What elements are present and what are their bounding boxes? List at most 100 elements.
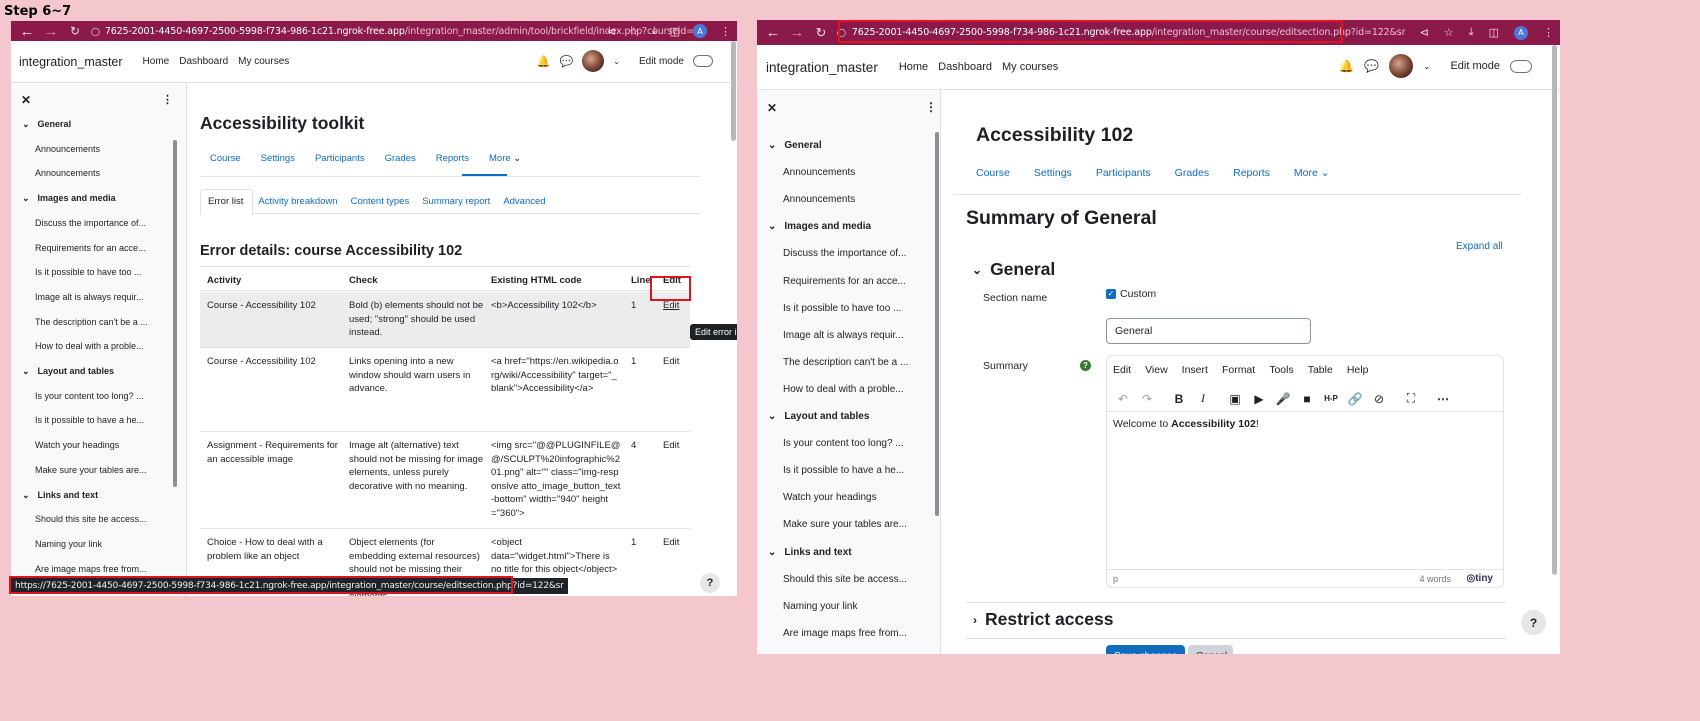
back-icon[interactable]: ← bbox=[19, 23, 35, 40]
drawer-item[interactable]: Are image maps free from... bbox=[783, 628, 907, 639]
subtab-summary-report[interactable]: Summary report bbox=[422, 196, 490, 207]
drawer-item[interactable]: Announcements bbox=[35, 144, 100, 154]
close-icon[interactable]: ✕ bbox=[21, 93, 31, 107]
tab-settings[interactable]: Settings bbox=[261, 153, 295, 164]
download-icon[interactable]: ⤓ bbox=[652, 25, 657, 38]
drawer-item[interactable]: Requirements for an acce... bbox=[783, 276, 906, 287]
site-brand[interactable]: integration_master bbox=[19, 55, 123, 69]
section-toggle[interactable]: ⌄ General bbox=[972, 259, 1055, 280]
drawer-section[interactable]: ⌄ Images and media bbox=[768, 221, 871, 232]
drawer-item[interactable]: Is it possible to have too ... bbox=[35, 267, 142, 277]
nav-my-courses[interactable]: My courses bbox=[1002, 61, 1058, 73]
menu-insert[interactable]: Insert bbox=[1182, 364, 1208, 382]
drawer-item[interactable]: Watch your headings bbox=[783, 492, 877, 503]
drawer-item[interactable]: Image alt is always requir... bbox=[783, 330, 904, 341]
editor-content[interactable]: Welcome to Accessibility 102! bbox=[1107, 412, 1503, 566]
bold-icon[interactable]: B bbox=[1167, 392, 1191, 406]
redo-icon[interactable]: ↷ bbox=[1135, 392, 1159, 406]
drawer-item[interactable]: Should this site be access... bbox=[783, 574, 907, 585]
nav-home[interactable]: Home bbox=[899, 61, 928, 73]
sidepanel-icon[interactable]: ◫ bbox=[1489, 26, 1499, 39]
menu-help[interactable]: Help bbox=[1347, 364, 1369, 382]
profile-icon[interactable]: A bbox=[1514, 25, 1528, 40]
media-icon[interactable]: ▶ bbox=[1247, 392, 1271, 406]
chevron-down-icon[interactable]: ⌄ bbox=[22, 490, 30, 501]
drawer-item[interactable]: Make sure your tables are... bbox=[35, 465, 147, 475]
menu-icon[interactable]: ⋮ bbox=[1543, 26, 1554, 39]
menu-format[interactable]: Format bbox=[1222, 364, 1255, 382]
page-scrollbar[interactable] bbox=[731, 41, 736, 141]
drawer-section[interactable]: ⌄ General bbox=[768, 140, 822, 151]
close-icon[interactable]: ✕ bbox=[767, 101, 777, 115]
drawer-item[interactable]: Is it possible to have a he... bbox=[35, 415, 144, 425]
drawer-item[interactable]: Is it possible to have too ... bbox=[783, 303, 901, 314]
page-scrollbar[interactable] bbox=[1552, 45, 1557, 575]
bell-icon[interactable]: 🔔 bbox=[537, 55, 551, 68]
row2-edit-link[interactable]: Edit bbox=[663, 355, 679, 369]
drawer-item[interactable]: Is your content too long? ... bbox=[783, 438, 904, 449]
video-camera-icon[interactable]: ■ bbox=[1295, 392, 1319, 406]
row1-edit-link[interactable]: Edit bbox=[663, 299, 679, 313]
tab-more[interactable]: More ⌄ bbox=[489, 153, 521, 164]
drawer-section[interactable]: ⌄ General bbox=[22, 119, 71, 130]
image-icon[interactable]: ▣ bbox=[1223, 392, 1247, 406]
download-icon[interactable]: ⤓ bbox=[1469, 26, 1474, 39]
italic-icon[interactable]: I bbox=[1191, 391, 1215, 406]
bell-icon[interactable]: 🔔 bbox=[1339, 59, 1354, 73]
drawer-scrollbar[interactable] bbox=[935, 132, 939, 516]
drawer-item[interactable]: Should this site be access... bbox=[35, 514, 147, 524]
tab-more[interactable]: More ⌄ bbox=[1294, 167, 1330, 179]
restrict-access-toggle[interactable]: › Restrict access bbox=[973, 609, 1113, 630]
menu-icon[interactable]: ⋮ bbox=[720, 25, 731, 38]
star-icon[interactable]: ☆ bbox=[1444, 26, 1454, 39]
help-button[interactable]: ? bbox=[700, 573, 720, 593]
drawer-item[interactable]: Announcements bbox=[35, 168, 100, 178]
chevron-down-icon[interactable]: ⌄ bbox=[768, 411, 776, 422]
menu-edit[interactable]: Edit bbox=[1113, 364, 1131, 382]
expand-all-link[interactable]: Expand all bbox=[1456, 241, 1503, 252]
undo-icon[interactable]: ↶ bbox=[1111, 392, 1135, 406]
back-icon[interactable]: ← bbox=[765, 24, 781, 41]
nav-home[interactable]: Home bbox=[143, 56, 170, 67]
drawer-section[interactable]: ⌄ Layout and tables bbox=[768, 411, 869, 422]
chevron-down-icon[interactable]: ⌄ bbox=[768, 221, 776, 232]
subtab-error-list[interactable]: Error list bbox=[208, 196, 243, 207]
drawer-item[interactable]: Discuss the importance of... bbox=[783, 248, 906, 259]
reload-icon[interactable]: ↻ bbox=[813, 25, 829, 41]
tab-participants[interactable]: Participants bbox=[315, 153, 365, 164]
section-name-input[interactable]: General bbox=[1106, 318, 1311, 344]
drawer-section[interactable]: ⌄ Links and text bbox=[768, 547, 852, 558]
fullscreen-icon[interactable]: ⛶ bbox=[1399, 391, 1423, 406]
star-icon[interactable]: ☆ bbox=[629, 25, 639, 38]
sidepanel-icon[interactable]: ◫ bbox=[670, 25, 680, 38]
menu-table[interactable]: Table bbox=[1308, 364, 1333, 382]
row3-edit-link[interactable]: Edit bbox=[663, 439, 679, 453]
subtab-activity-breakdown[interactable]: Activity breakdown bbox=[258, 196, 337, 207]
profile-icon[interactable]: A bbox=[693, 24, 707, 38]
tab-reports[interactable]: Reports bbox=[436, 153, 469, 164]
tab-settings[interactable]: Settings bbox=[1034, 167, 1072, 179]
drawer-item[interactable]: Is your content too long? ... bbox=[35, 391, 144, 401]
drawer-item[interactable]: Watch your headings bbox=[35, 440, 119, 450]
nav-dashboard[interactable]: Dashboard bbox=[938, 61, 992, 73]
nav-my-courses[interactable]: My courses bbox=[238, 56, 289, 67]
drawer-item[interactable]: Announcements bbox=[783, 167, 855, 178]
share-icon[interactable]: ⊲ bbox=[607, 25, 616, 38]
row4-edit-link[interactable]: Edit bbox=[663, 536, 679, 550]
chat-icon[interactable]: 💬 bbox=[560, 55, 574, 68]
drawer-item[interactable]: How to deal with a proble... bbox=[783, 384, 904, 395]
tab-course[interactable]: Course bbox=[976, 167, 1010, 179]
forward-icon[interactable]: → bbox=[43, 23, 59, 40]
drawer-item[interactable]: Requirements for an acce... bbox=[35, 243, 146, 253]
drawer-section[interactable]: ⌄ Images and media bbox=[22, 193, 116, 204]
chevron-down-icon[interactable]: ⌄ bbox=[768, 547, 776, 558]
menu-tools[interactable]: Tools bbox=[1269, 364, 1294, 382]
drawer-item[interactable]: Make sure your tables are... bbox=[783, 519, 907, 530]
drawer-item[interactable]: Is it possible to have a he... bbox=[783, 465, 904, 476]
tab-grades[interactable]: Grades bbox=[385, 153, 416, 164]
chevron-down-icon[interactable]: ⌄ bbox=[1423, 61, 1431, 72]
drawer-item[interactable]: Naming your link bbox=[783, 601, 857, 612]
chevron-down-icon[interactable]: ⌄ bbox=[22, 119, 30, 130]
microphone-icon[interactable]: 🎤 bbox=[1271, 392, 1295, 406]
unlink-icon[interactable]: ⊘ bbox=[1367, 392, 1391, 406]
